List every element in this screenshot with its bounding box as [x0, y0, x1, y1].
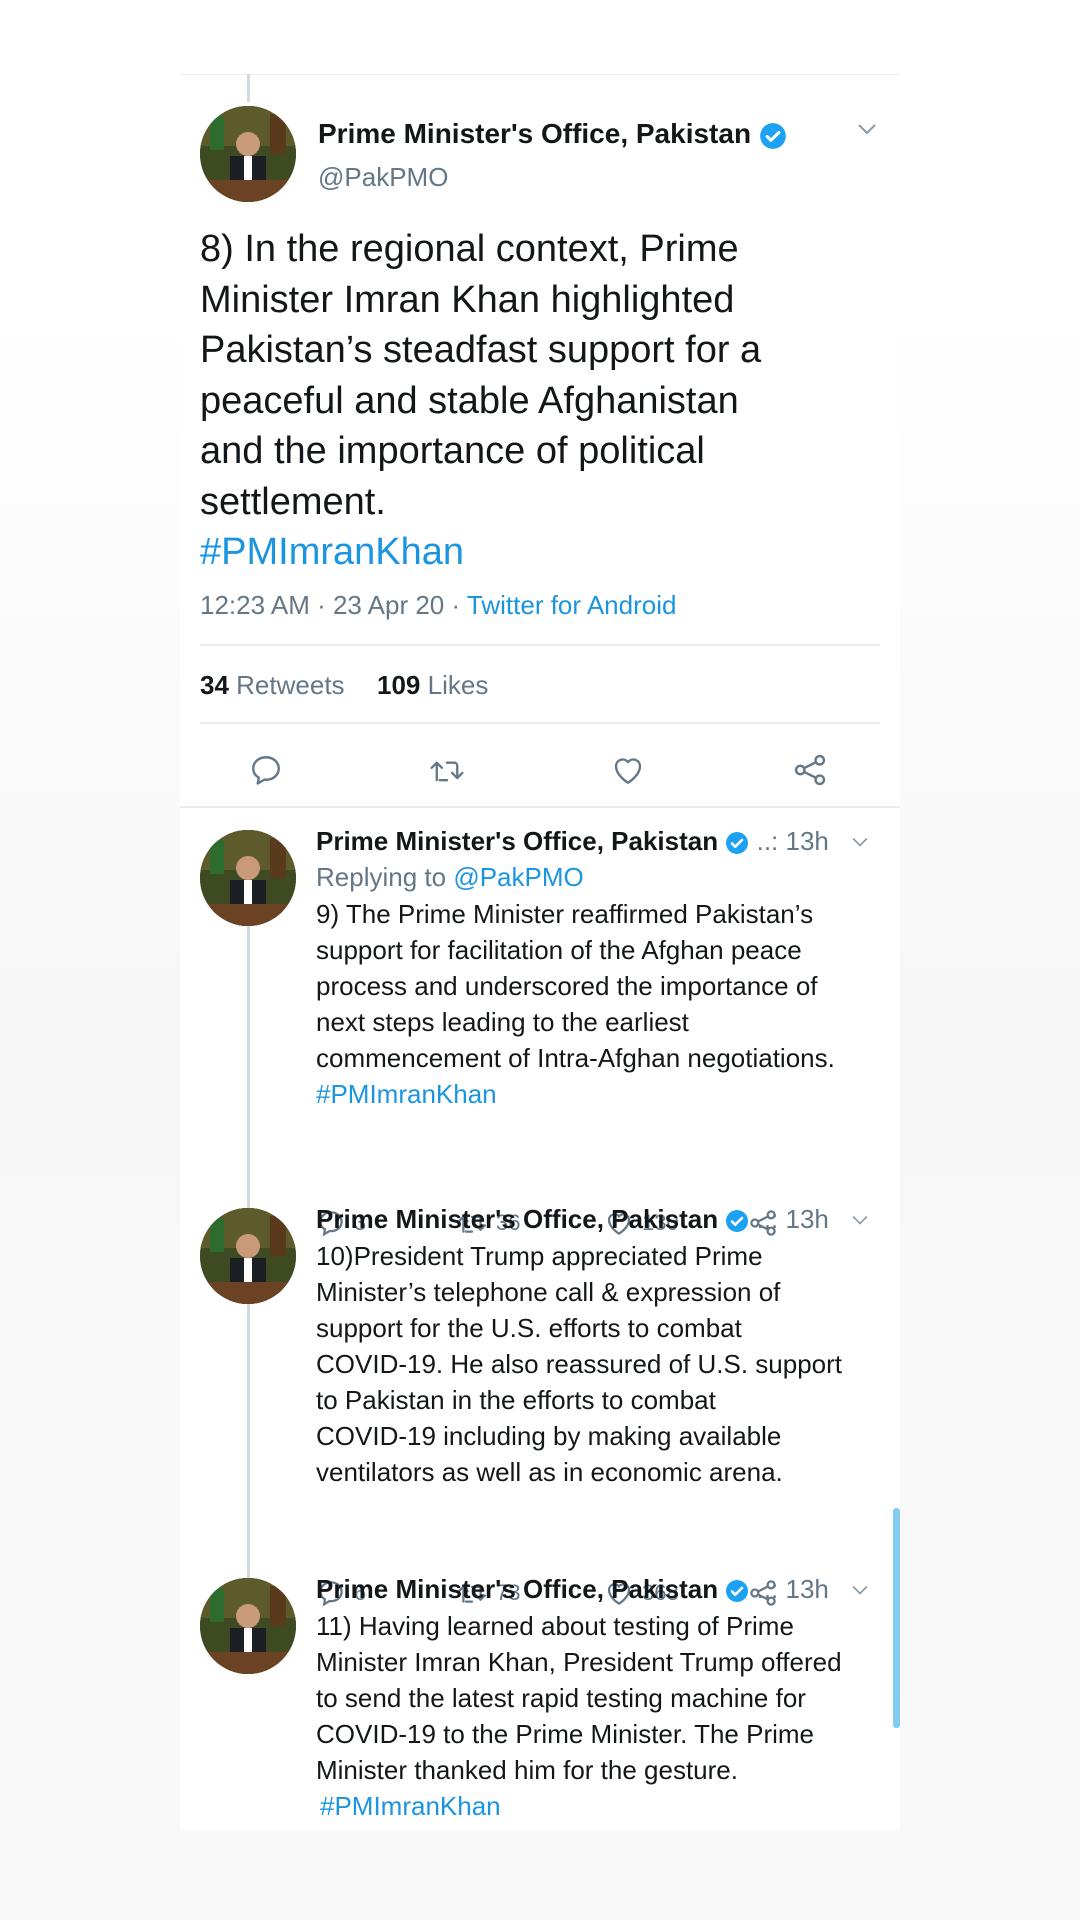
tweet-text-line: support for the U.S. efforts to combat	[316, 1313, 742, 1343]
tweet-text-line: Pakistan’s steadfast support for a	[200, 329, 762, 371]
tweet-text-line: 11) Having learned about testing of Prim…	[316, 1611, 794, 1641]
avatar-image	[200, 1578, 296, 1674]
tweet-text-line: and the importance of political	[200, 430, 705, 472]
tweet-text-line: to Pakistan in the efforts to combat	[316, 1385, 716, 1415]
chevron-down-icon[interactable]	[850, 1584, 870, 1596]
avatar[interactable]	[200, 1578, 296, 1674]
tweet-text-line: process and underscored the importance o…	[316, 971, 818, 1001]
author-name[interactable]: Prime Minister's Office, Pakistan	[316, 1574, 718, 1604]
hashtag-link[interactable]: #PMImranKhan	[200, 527, 880, 578]
like-icon[interactable]	[610, 752, 646, 788]
likes-count[interactable]: 109	[377, 670, 420, 700]
reply-header: Prime Minister's Office, Pakistan ..: 13…	[316, 826, 829, 857]
chevron-down-icon[interactable]	[850, 1214, 870, 1226]
tweet-time[interactable]: ..: 13h	[757, 826, 829, 856]
divider	[200, 644, 880, 646]
divider	[200, 722, 880, 724]
tweet-text-line: 9) The Prime Minister reaffirmed Pakista…	[316, 899, 814, 929]
chevron-down-icon[interactable]	[850, 836, 870, 848]
tweet-text-line: commencement of Intra-Afghan negotiation…	[316, 1043, 835, 1073]
retweets-count[interactable]: 34	[200, 670, 229, 700]
author-name[interactable]: Prime Minister's Office, Pakistan	[316, 826, 718, 856]
replying-to: Replying to @PakPMO	[316, 862, 584, 893]
tweet-meta: 12:23 AM · 23 Apr 20 · Twitter for Andro…	[200, 590, 676, 621]
retweet-icon[interactable]	[428, 752, 466, 788]
tweet-text-line: ventilators as well as in economic arena…	[316, 1457, 783, 1487]
reply-header: Prime Minister's Office, Pakistan ..: 13…	[316, 1204, 829, 1235]
tweet-text-line: 10)President Trump appreciated Prime	[316, 1241, 763, 1271]
replying-to-handle[interactable]: @PakPMO	[453, 862, 583, 892]
retweets-label[interactable]: Retweets	[236, 670, 344, 700]
avatar-image	[200, 1208, 296, 1304]
tweet-thread-card: Prime Minister's Office, Pakistan @PakPM…	[180, 74, 900, 1830]
verified-badge-icon	[759, 122, 786, 149]
tweet-text-line: next steps leading to the earliest	[316, 1007, 689, 1037]
avatar-image	[200, 830, 296, 926]
tweet-time[interactable]: ..: 13h	[757, 1574, 829, 1604]
avatar[interactable]	[200, 1208, 296, 1304]
avatar[interactable]	[200, 106, 296, 202]
tweet-text-line: Minister’s telephone call & expression o…	[316, 1277, 781, 1307]
tweet-text-line: COVID-19. He also reassured of U.S. supp…	[316, 1349, 843, 1379]
author-name-text[interactable]: Prime Minister's Office, Pakistan	[318, 118, 751, 149]
hashtag-link[interactable]: #PMImranKhan	[316, 1076, 876, 1112]
tweet-text-line: Minister thanked him for the gesture.	[316, 1755, 738, 1785]
tweet-text: 11) Having learned about testing of Prim…	[316, 1608, 876, 1824]
likes-label[interactable]: Likes	[428, 670, 489, 700]
reply-icon[interactable]	[248, 752, 284, 788]
tweet-text-line: 8) In the regional context, Prime	[200, 228, 739, 270]
hashtag-link[interactable]: #PMImranKhan	[316, 1788, 876, 1824]
chevron-down-icon[interactable]	[856, 122, 878, 136]
verified-badge-icon	[726, 1580, 749, 1603]
tweet-text-line: peaceful and stable Afghanistan	[200, 379, 739, 422]
replying-to-label: Replying to	[316, 862, 454, 892]
tweet-text-line: COVID-19 including by making available	[316, 1421, 782, 1451]
tweet-text: 9) The Prime Minister reaffirmed Pakista…	[316, 896, 876, 1112]
tweet-text-line: COVID-19 to the Prime Minister. The Prim…	[316, 1719, 815, 1749]
top-divider	[180, 74, 900, 75]
verified-badge-icon	[726, 1210, 749, 1233]
tweet-time[interactable]: ..: 13h	[757, 1204, 829, 1234]
avatar-image	[200, 106, 296, 202]
scrollbar[interactable]	[893, 1508, 900, 1728]
source-link[interactable]: Twitter for Android	[467, 590, 677, 620]
tweet-text-line: Minister Imran Khan, President Trump off…	[316, 1647, 842, 1677]
tweet-text-line: to send the latest rapid testing machine…	[316, 1683, 806, 1713]
verified-badge-icon	[726, 832, 749, 855]
timestamp: 12:23 AM · 23 Apr 20 ·	[200, 590, 467, 620]
thread-connector-top	[247, 74, 250, 102]
share-icon[interactable]	[792, 752, 828, 788]
author-handle[interactable]: @PakPMO	[318, 162, 448, 193]
divider	[180, 806, 900, 808]
author-name[interactable]: Prime Minister's Office, Pakistan	[316, 1204, 718, 1234]
avatar[interactable]	[200, 830, 296, 926]
tweet-text-line: settlement.	[200, 480, 386, 523]
tweet-text: 10)President Trump appreciated Prime Min…	[316, 1238, 876, 1490]
tweet-text-line: support for facilitation of the Afghan p…	[316, 935, 802, 965]
engagement-stats: 34 Retweets 109 Likes	[200, 670, 488, 701]
reply-header: Prime Minister's Office, Pakistan ..: 13…	[316, 1574, 829, 1605]
tweet-text-line: Minister Imran Khan highlighted	[200, 278, 735, 321]
tweet-text: 8) In the regional context, Prime Minist…	[200, 224, 880, 578]
author-name[interactable]: Prime Minister's Office, Pakistan	[318, 118, 787, 150]
